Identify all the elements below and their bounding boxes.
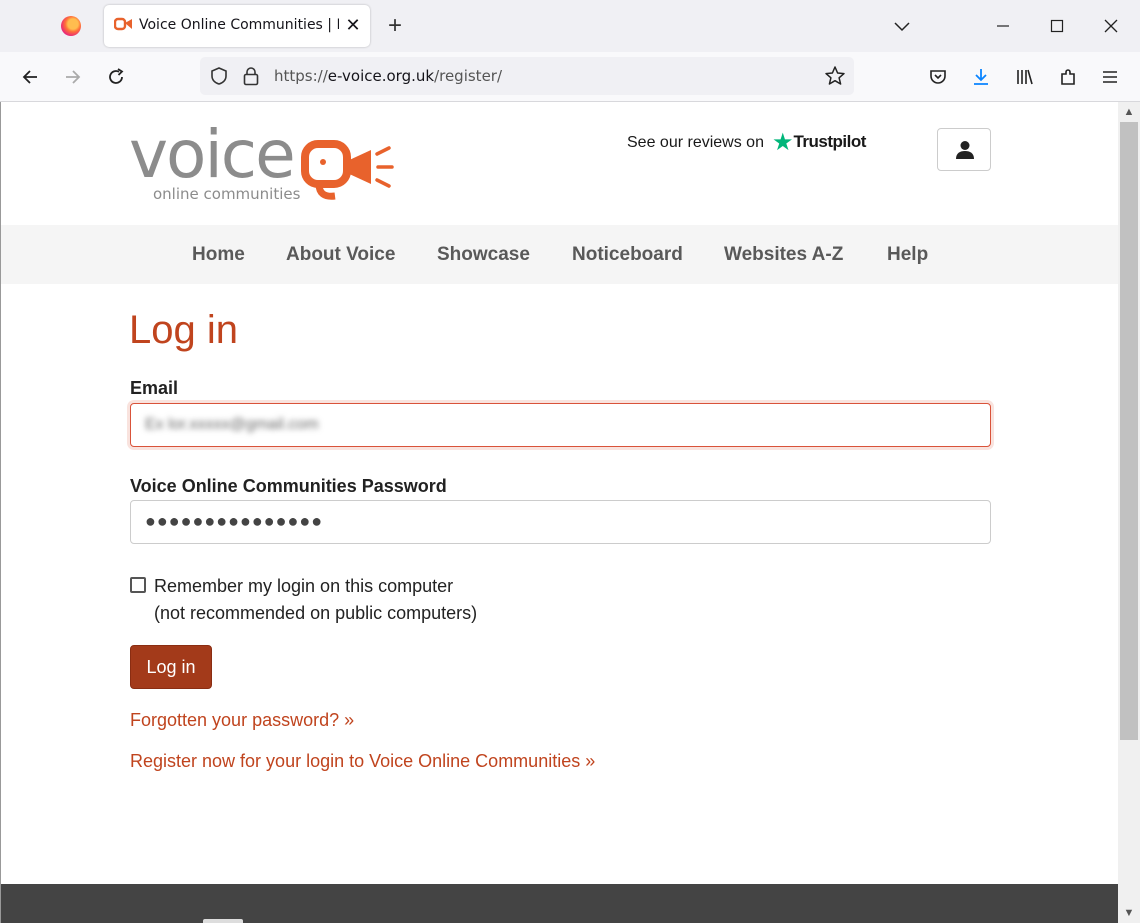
remember-note: (not recommended on public computers) (154, 603, 478, 623)
tab-title: Voice Online Communities | Log (139, 17, 339, 33)
forward-icon[interactable] (58, 62, 88, 92)
login-button[interactable]: Log in (130, 645, 212, 689)
email-field[interactable]: Ex lor.xxxxx@gmail.com (130, 403, 991, 447)
url-text[interactable]: https://e-voice.org.uk/register/ (274, 67, 502, 85)
library-icon[interactable] (1010, 62, 1040, 92)
maximize-icon[interactable] (1043, 12, 1071, 40)
back-icon[interactable] (15, 62, 45, 92)
site-main-nav: Home About Voice Showcase Noticeboard We… (1, 225, 1118, 284)
trustpilot-star-icon: ★ (771, 129, 794, 156)
register-link[interactable]: Register now for your login to Voice Onl… (130, 751, 595, 772)
nav-item-help[interactable]: Help (887, 244, 928, 266)
page-title: Log in (129, 308, 238, 352)
browser-nav-bar: https://e-voice.org.uk/register/ (0, 52, 1140, 102)
star-icon[interactable] (824, 65, 846, 87)
user-icon (956, 141, 974, 159)
download-icon[interactable] (966, 62, 996, 92)
password-field[interactable]: ●●●●●●●●●●●●●●● (130, 500, 991, 544)
menu-icon[interactable] (1095, 62, 1125, 92)
email-value: Ex lor.xxxxx@gmail.com (145, 416, 319, 433)
logo-wordmark: voice (129, 116, 296, 193)
account-button[interactable] (937, 128, 991, 171)
window-close-icon[interactable] (1097, 12, 1125, 40)
lock-icon[interactable] (242, 66, 260, 86)
nav-item-home[interactable]: Home (192, 244, 245, 266)
megaphone-logo-icon (301, 140, 394, 200)
browser-tab-bar: Voice Online Communities | Log ✕ + (0, 0, 1140, 52)
voice-favicon-icon (114, 17, 132, 31)
extensions-icon[interactable] (1053, 62, 1083, 92)
scroll-thumb[interactable] (1120, 122, 1138, 740)
password-label: Voice Online Communities Password (130, 476, 447, 496)
shield-icon[interactable] (209, 66, 229, 86)
voice-logo[interactable]: voice online communities (129, 116, 394, 204)
address-bar[interactable]: https://e-voice.org.uk/register/ (200, 57, 854, 95)
trust-text: See our reviews on (627, 134, 764, 151)
plus-icon[interactable]: + (384, 14, 406, 38)
remember-label[interactable]: Remember my login on this computer (154, 576, 453, 597)
firefox-icon[interactable] (61, 16, 81, 36)
remember-checkbox[interactable] (130, 577, 146, 593)
footer-element (203, 919, 243, 923)
email-label: Email (130, 378, 179, 398)
browser-tab-active[interactable]: Voice Online Communities | Log ✕ (104, 5, 370, 47)
page-viewport: voice online communities See our reviews… (0, 102, 1118, 923)
nav-item-showcase[interactable]: Showcase (437, 244, 530, 266)
scroll-down-icon[interactable]: ▼ (1118, 903, 1140, 923)
nav-item-noticeboard[interactable]: Noticeboard (572, 244, 683, 266)
chevron-down-icon[interactable] (888, 12, 916, 40)
minimize-icon[interactable] (989, 12, 1017, 40)
trustpilot-badge[interactable]: See our reviews on ★Trustpilot (627, 128, 866, 157)
site-footer (1, 884, 1118, 923)
forgot-password-link[interactable]: Forgotten your password? » (130, 710, 354, 731)
trust-brand: Trustpilot (793, 132, 866, 151)
close-icon[interactable]: ✕ (343, 14, 363, 36)
scroll-up-icon[interactable]: ▲ (1118, 102, 1140, 122)
reload-icon[interactable] (101, 62, 131, 92)
nav-item-websites-a-z[interactable]: Websites A-Z (724, 244, 843, 266)
vertical-scrollbar[interactable]: ▲ ▼ (1118, 102, 1140, 923)
nav-item-about-voice[interactable]: About Voice (286, 244, 395, 266)
pocket-icon[interactable] (923, 62, 953, 92)
password-value: ●●●●●●●●●●●●●●● (145, 511, 324, 531)
logo-subtitle: online communities (153, 185, 301, 203)
